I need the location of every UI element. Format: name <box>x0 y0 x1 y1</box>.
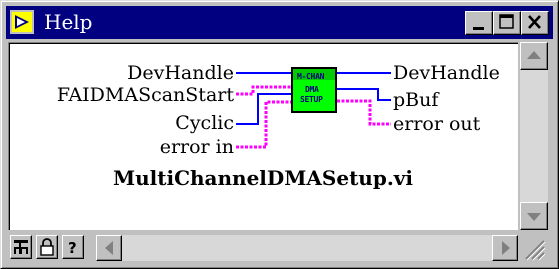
vi-name: MultiChannelDMASetup.vi <box>112 166 414 190</box>
minimize-button[interactable] <box>465 11 493 35</box>
scroll-up-button[interactable] <box>520 42 548 70</box>
scroll-left-button[interactable] <box>96 235 122 261</box>
maximize-button[interactable] <box>493 11 521 35</box>
arrow-up-icon <box>527 51 541 59</box>
vertical-scrollbar[interactable] <box>520 42 548 230</box>
input-label-faidmascanstart: FAIDMAScanStart <box>56 84 234 106</box>
horizontal-scrollbar[interactable] <box>96 235 518 261</box>
input-label-error-in: error in <box>159 136 234 158</box>
maximize-icon <box>499 14 514 29</box>
vi-icon-text-2: DMA <box>305 85 319 94</box>
arrow-down-icon <box>527 213 541 221</box>
title-bar[interactable]: Help <box>6 6 553 39</box>
wire-pbuf <box>337 88 391 101</box>
hierarchy-button[interactable] <box>10 235 32 259</box>
help-window: Help M-CHAN DMA SETUP DevHandle FAIDMASc… <box>0 0 559 269</box>
resize-grip-icon[interactable] <box>520 235 546 261</box>
arrow-left-icon <box>105 241 113 255</box>
vi-icon-text-1: M-CHAN <box>297 72 325 81</box>
input-label-devhandle: DevHandle <box>127 62 234 84</box>
output-label-pbuf: pBuf <box>393 89 439 111</box>
help-question-button[interactable]: ? <box>62 235 84 259</box>
question-icon: ? <box>68 239 77 257</box>
output-label-devhandle: DevHandle <box>393 62 500 84</box>
input-label-cyclic: Cyclic <box>175 112 234 134</box>
minimize-icon <box>473 27 484 30</box>
scroll-right-button[interactable] <box>492 235 518 261</box>
vi-icon-text-3: SETUP <box>300 95 323 104</box>
close-icon <box>528 15 541 29</box>
svg-text:?: ? <box>68 239 77 257</box>
help-content: M-CHAN DMA SETUP DevHandle FAIDMAScanSta… <box>8 42 518 230</box>
wire-cyclic <box>236 93 291 125</box>
wire-faidmascanstart <box>236 85 291 96</box>
close-button[interactable] <box>521 11 549 35</box>
wire-error-out <box>337 99 391 126</box>
lock-icon <box>40 238 54 256</box>
hierarchy-icon <box>14 240 28 254</box>
lock-button[interactable] <box>36 235 58 259</box>
window-title: Help <box>44 10 93 34</box>
labview-run-icon <box>10 10 34 34</box>
output-label-error-out: error out <box>393 113 481 135</box>
arrow-right-icon <box>502 241 510 255</box>
bottom-bar: ? <box>8 233 548 263</box>
scroll-down-button[interactable] <box>520 202 548 230</box>
